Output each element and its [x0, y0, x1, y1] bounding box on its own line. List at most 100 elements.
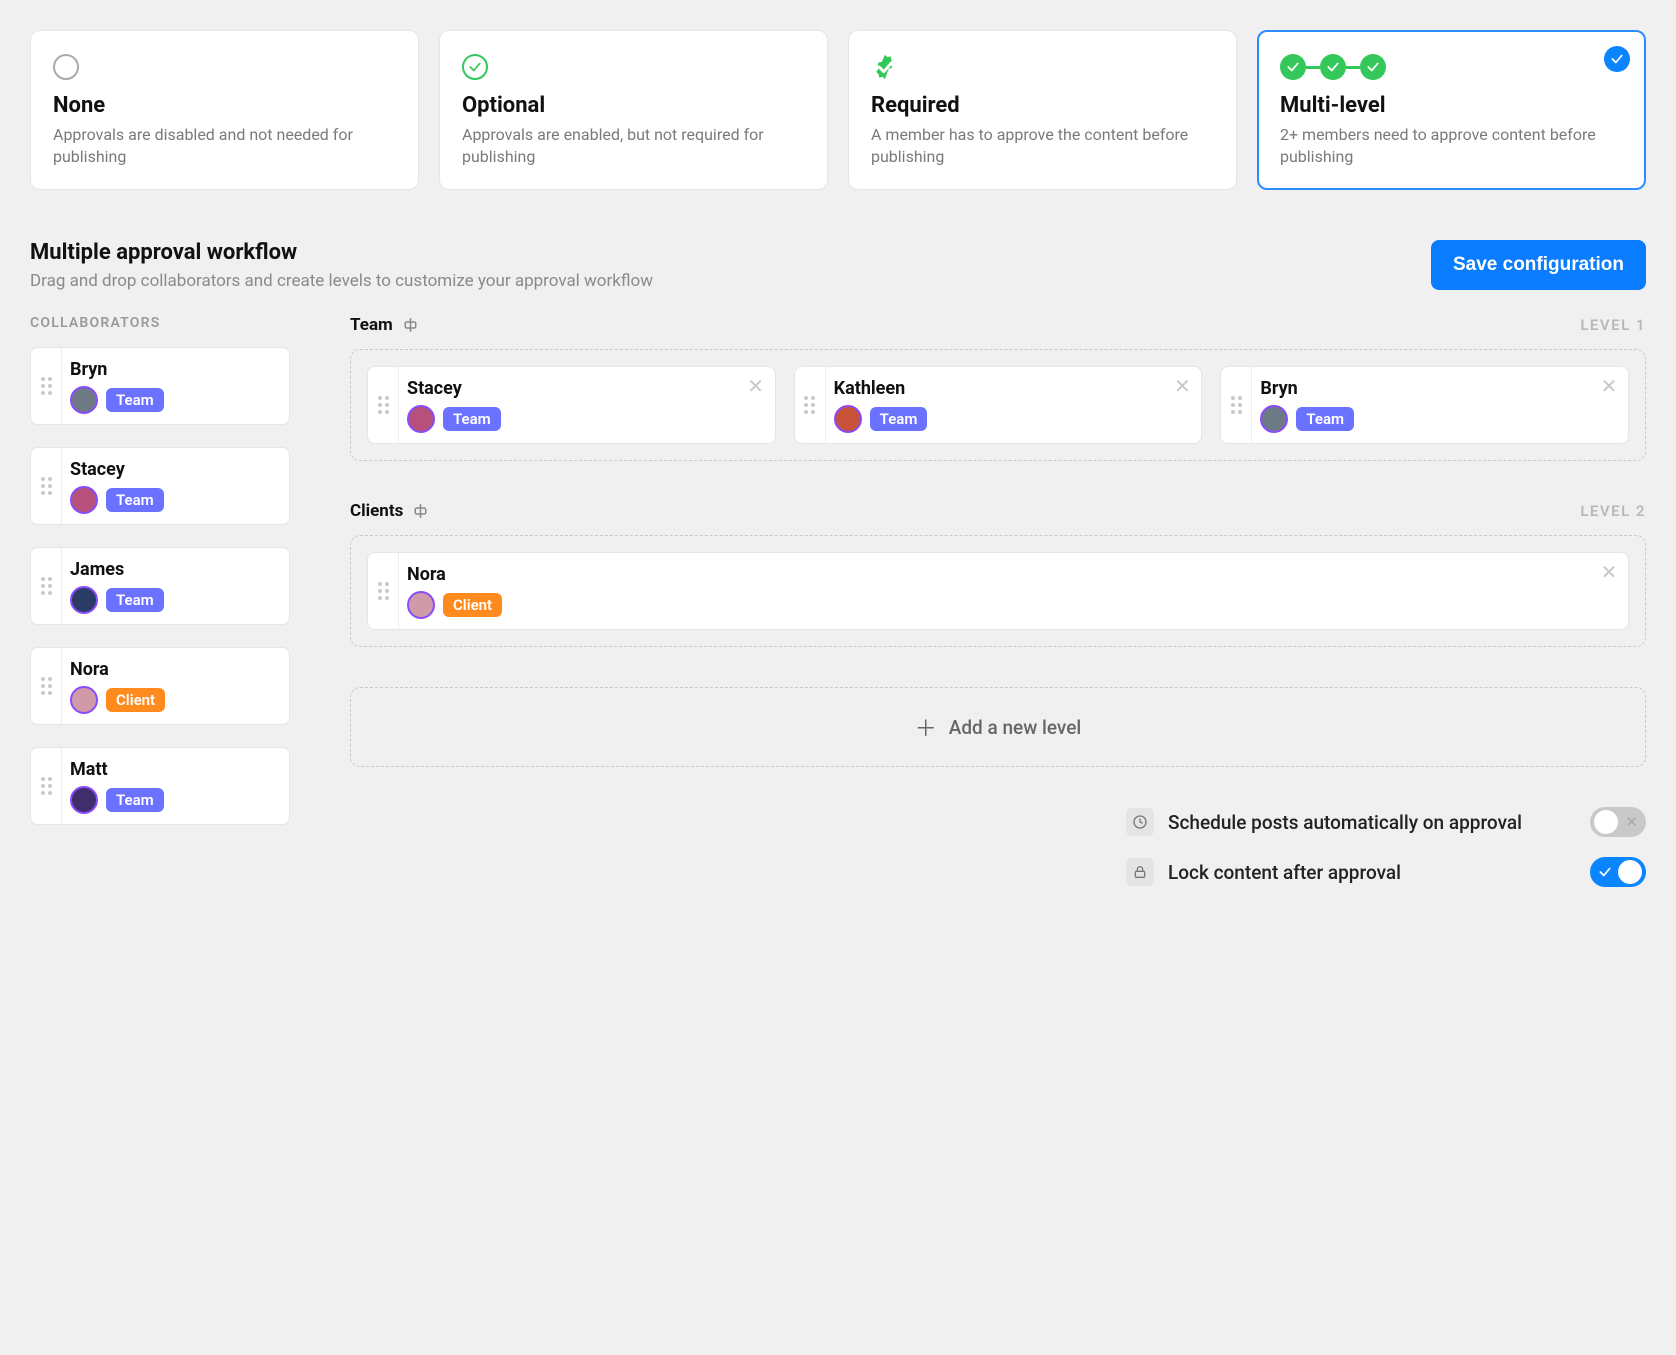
- remove-person-button[interactable]: ✕: [1598, 561, 1620, 583]
- level-dropzone[interactable]: Nora Client ✕: [350, 535, 1646, 647]
- role-tag: Team: [870, 407, 928, 431]
- person-card[interactable]: Nora Client: [30, 647, 290, 725]
- drag-handle-icon[interactable]: [368, 367, 398, 443]
- avatar: [834, 405, 862, 433]
- person-name: Stacey: [70, 459, 275, 480]
- avatar: [70, 786, 98, 814]
- add-new-level-button[interactable]: ＋ Add a new level: [350, 687, 1646, 767]
- option-card-required[interactable]: Required A member has to approve the con…: [848, 30, 1237, 190]
- role-tag: Client: [443, 593, 502, 617]
- role-tag: Team: [106, 388, 164, 412]
- level-number-label: LEVEL 2: [1580, 502, 1646, 520]
- circle-check-outline-icon: [462, 54, 488, 80]
- collaborators-column: COLLABORATORS Bryn Team Stacey Team: [30, 315, 290, 907]
- drag-handle-icon[interactable]: [31, 648, 61, 724]
- remove-person-button[interactable]: ✕: [745, 375, 767, 397]
- role-tag: Team: [106, 488, 164, 512]
- add-new-level-label: Add a new level: [949, 716, 1082, 739]
- option-multi-icon: [1280, 51, 1623, 83]
- toggle-lock-switch[interactable]: [1590, 857, 1646, 887]
- person-card[interactable]: Stacey Team ✕: [367, 366, 776, 444]
- settings-toggles: Schedule posts automatically on approval…: [500, 807, 1646, 887]
- person-card[interactable]: Nora Client ✕: [367, 552, 1629, 630]
- save-configuration-button[interactable]: Save configuration: [1431, 240, 1646, 290]
- person-name: Nora: [407, 564, 1614, 585]
- selected-check-icon: [1604, 46, 1630, 72]
- collaborators-list: Bryn Team Stacey Team James: [30, 347, 290, 825]
- person-name: Stacey: [407, 378, 761, 399]
- avatar: [1260, 405, 1288, 433]
- drag-handle-icon[interactable]: [1221, 367, 1251, 443]
- option-none-title: None: [53, 93, 396, 118]
- avatar: [70, 486, 98, 514]
- person-name: Nora: [70, 659, 275, 680]
- toggle-lock-label: Lock content after approval: [1168, 861, 1401, 884]
- rename-icon[interactable]: [413, 502, 431, 520]
- option-required-icon: [871, 51, 1214, 83]
- person-card[interactable]: Kathleen Team ✕: [794, 366, 1203, 444]
- option-multi-desc: 2+ members need to approve content befor…: [1280, 124, 1623, 167]
- rename-icon[interactable]: [403, 316, 421, 334]
- burst-check-icon: [871, 53, 899, 81]
- plus-icon: ＋: [915, 711, 937, 743]
- option-optional-desc: Approvals are enabled, but not required …: [462, 124, 805, 167]
- collaborators-label: COLLABORATORS: [30, 315, 290, 331]
- person-name: Matt: [70, 759, 275, 780]
- clock-icon: [1126, 808, 1154, 836]
- check-icon: [1598, 864, 1612, 883]
- drag-handle-icon[interactable]: [795, 367, 825, 443]
- drag-handle-icon[interactable]: [368, 553, 398, 629]
- drag-handle-icon[interactable]: [31, 448, 61, 524]
- person-name: Bryn: [1260, 378, 1614, 399]
- level-dropzone[interactable]: Stacey Team ✕ Kathleen Team ✕ Bryn: [350, 349, 1646, 461]
- person-card[interactable]: Stacey Team: [30, 447, 290, 525]
- toggle-row-lock: Lock content after approval: [1126, 857, 1646, 887]
- avatar: [70, 686, 98, 714]
- option-none-icon: [53, 51, 396, 83]
- avatar: [407, 405, 435, 433]
- level-header: Team LEVEL 1: [350, 315, 1646, 335]
- person-name: Kathleen: [834, 378, 1188, 399]
- remove-person-button[interactable]: ✕: [1171, 375, 1193, 397]
- circle-outline-icon: [53, 54, 79, 80]
- toggle-schedule-label: Schedule posts automatically on approval: [1168, 811, 1522, 834]
- approval-options-row: None Approvals are disabled and not need…: [30, 30, 1646, 190]
- drag-handle-icon[interactable]: [31, 748, 61, 824]
- role-tag: Team: [443, 407, 501, 431]
- drag-handle-icon[interactable]: [31, 348, 61, 424]
- toggle-row-schedule: Schedule posts automatically on approval…: [1126, 807, 1646, 837]
- person-card[interactable]: James Team: [30, 547, 290, 625]
- option-required-desc: A member has to approve the content befo…: [871, 124, 1214, 167]
- avatar: [70, 386, 98, 414]
- x-icon: ✕: [1625, 813, 1638, 831]
- option-required-title: Required: [871, 93, 1214, 118]
- multi-check-chain-icon: [1280, 54, 1386, 80]
- role-tag: Team: [1296, 407, 1354, 431]
- remove-person-button[interactable]: ✕: [1598, 375, 1620, 397]
- person-name: Bryn: [70, 359, 275, 380]
- option-card-none[interactable]: None Approvals are disabled and not need…: [30, 30, 419, 190]
- role-tag: Client: [106, 688, 165, 712]
- person-card[interactable]: Matt Team: [30, 747, 290, 825]
- person-card[interactable]: Bryn Team: [30, 347, 290, 425]
- avatar: [70, 586, 98, 614]
- level-title: Team: [350, 315, 393, 335]
- person-card[interactable]: Bryn Team ✕: [1220, 366, 1629, 444]
- toggle-schedule-switch[interactable]: ✕: [1590, 807, 1646, 837]
- avatar: [407, 591, 435, 619]
- lock-icon: [1126, 858, 1154, 886]
- option-card-multi-level[interactable]: Multi-level 2+ members need to approve c…: [1257, 30, 1646, 190]
- person-name: James: [70, 559, 275, 580]
- section-subtitle: Drag and drop collaborators and create l…: [30, 271, 653, 291]
- option-none-desc: Approvals are disabled and not needed fo…: [53, 124, 396, 167]
- section-title: Multiple approval workflow: [30, 240, 653, 265]
- level-title: Clients: [350, 501, 403, 521]
- option-optional-icon: [462, 51, 805, 83]
- role-tag: Team: [106, 788, 164, 812]
- option-card-optional[interactable]: Optional Approvals are enabled, but not …: [439, 30, 828, 190]
- level-header: Clients LEVEL 2: [350, 501, 1646, 521]
- option-multi-title: Multi-level: [1280, 93, 1623, 118]
- section-header: Multiple approval workflow Drag and drop…: [30, 240, 1646, 291]
- drag-handle-icon[interactable]: [31, 548, 61, 624]
- option-optional-title: Optional: [462, 93, 805, 118]
